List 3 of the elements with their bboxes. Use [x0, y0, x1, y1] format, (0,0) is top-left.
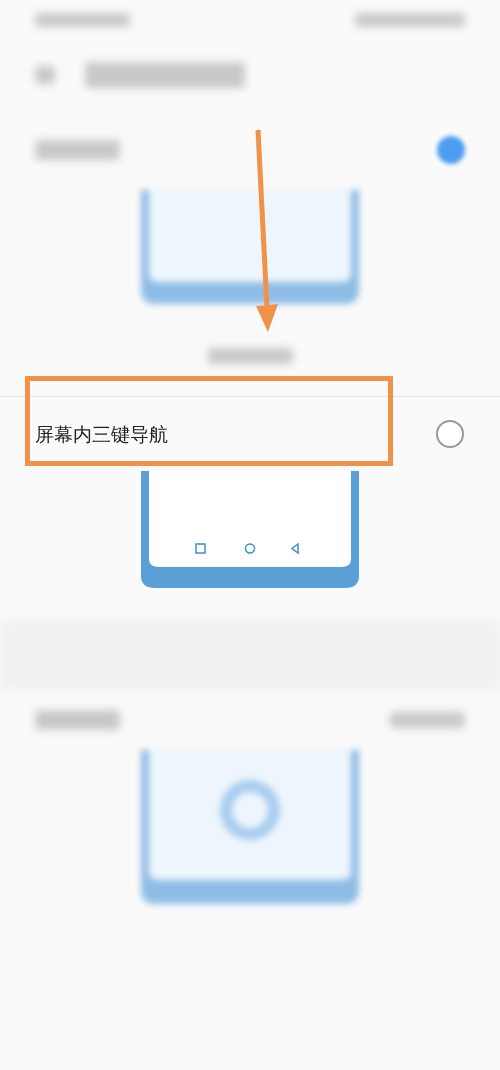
- option-label: 屏幕内三键导航: [35, 421, 168, 447]
- radio-button[interactable]: [436, 420, 464, 448]
- radio-button[interactable]: [437, 136, 465, 164]
